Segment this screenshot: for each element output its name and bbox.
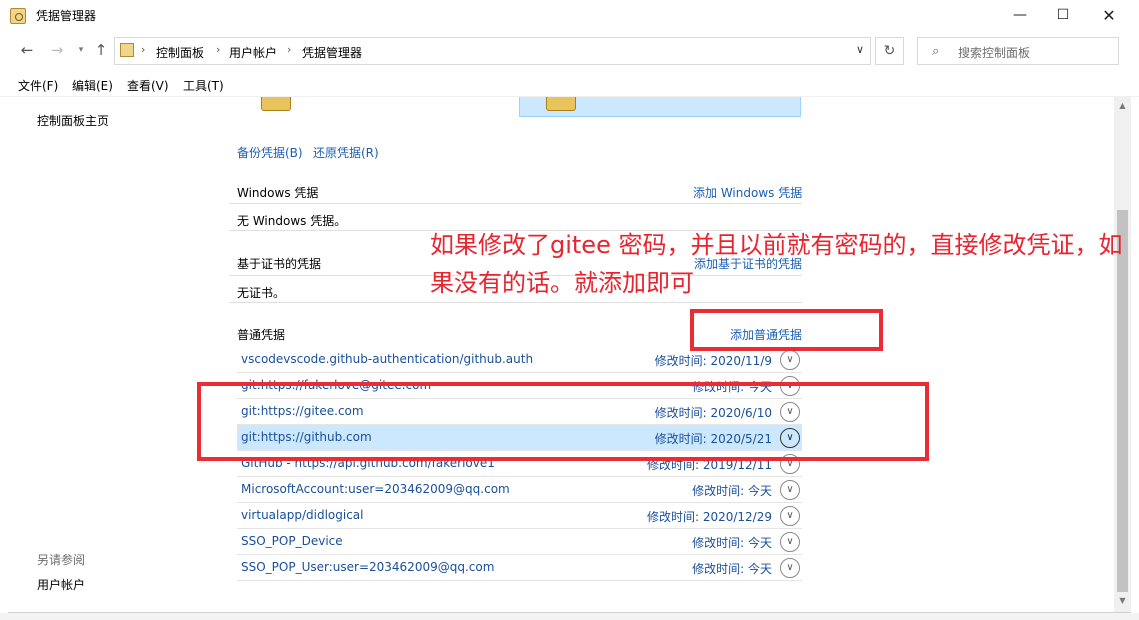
menu-view[interactable]: 查看(V) (127, 77, 169, 94)
credential-row[interactable]: SSO_POP_User:user=203462009@qq.com 修改时间:… (237, 555, 802, 581)
back-arrow-icon[interactable]: ← (16, 39, 38, 61)
backup-credentials-link[interactable]: 备份凭据(B) (237, 144, 303, 161)
chevron-down-icon[interactable]: ∨ (780, 532, 800, 552)
credential-modified: 修改时间: 今天 (692, 562, 772, 576)
restore-credentials-link[interactable]: 还原凭据(R) (313, 144, 379, 161)
user-accounts-link[interactable]: 用户帐户 (37, 576, 85, 593)
menu-file[interactable]: 文件(F) (18, 77, 58, 94)
chevron-down-icon[interactable]: ∨ (780, 506, 800, 526)
refresh-icon[interactable]: ↻ (875, 37, 904, 65)
breadcrumb-separator-icon[interactable]: › (216, 43, 220, 56)
background-window-strip (0, 613, 1139, 620)
menu-edit[interactable]: 编辑(E) (72, 77, 113, 94)
address-bar[interactable]: › 控制面板 › 用户帐户 › 凭据管理器 ∨ (114, 37, 871, 65)
breadcrumb-user-accounts[interactable]: 用户帐户 (229, 44, 277, 61)
certificate-credentials-heading: 基于证书的凭据 (237, 257, 322, 271)
add-windows-credential-link[interactable]: 添加 Windows 凭据 (693, 184, 802, 201)
section-divider (229, 302, 802, 303)
credential-modified: 修改时间: 2020/11/9 (654, 354, 772, 368)
credential-modified: 修改时间: 2020/12/29 (646, 510, 772, 524)
credential-modified: 修改时间: 今天 (692, 536, 772, 550)
minimize-icon[interactable]: — (997, 0, 1043, 31)
credential-row[interactable]: MicrosoftAccount:user=203462009@qq.com 修… (237, 477, 802, 503)
credential-manager-icon (120, 43, 134, 57)
credential-row[interactable]: virtualapp/didlogical 修改时间: 2020/12/29 ∨ (237, 503, 802, 529)
annotation-box-add-generic (690, 309, 883, 351)
credential-name: SSO_POP_Device (241, 534, 343, 548)
credential-name: vscodevscode.github-authentication/githu… (241, 352, 534, 366)
certificate-credentials-empty: 无证书。 (237, 286, 286, 300)
search-icon: ⌕ (932, 44, 940, 59)
chevron-down-icon[interactable]: ∨ (780, 480, 800, 500)
scroll-up-icon[interactable]: ▲ (1114, 99, 1131, 113)
chevron-down-icon[interactable]: ∨ (780, 558, 800, 578)
credential-name: SSO_POP_User:user=203462009@qq.com (241, 560, 495, 574)
vault-icon[interactable] (261, 97, 291, 111)
annotation-box-git-credentials (197, 382, 929, 461)
maximize-icon[interactable]: ☐ (1040, 0, 1086, 31)
chevron-down-icon[interactable]: ∨ (780, 350, 800, 370)
breadcrumb-separator-icon: › (141, 43, 146, 56)
see-also-heading: 另请参阅 (37, 553, 86, 567)
credential-name: virtualapp/didlogical (241, 508, 364, 522)
control-panel-home-link[interactable]: 控制面板主页 (37, 112, 109, 129)
search-input[interactable]: ⌕ 搜索控制面板 (917, 37, 1119, 65)
menu-tools[interactable]: 工具(T) (183, 77, 224, 94)
vault-icon[interactable] (546, 97, 576, 111)
window-title: 凭据管理器 (36, 9, 97, 23)
chevron-down-icon[interactable]: ∨ (856, 43, 864, 56)
annotation-text: 如果修改了gitee 密码，并且以前就有密码的，直接修改凭证，如果没有的话。就添… (430, 231, 1123, 297)
generic-credentials-heading: 普通凭据 (237, 328, 286, 342)
credential-row[interactable]: SSO_POP_Device 修改时间: 今天 ∨ (237, 529, 802, 555)
breadcrumb-separator-icon[interactable]: › (287, 43, 291, 56)
vertical-scrollbar[interactable]: ▲ ▼ (1114, 97, 1131, 612)
breadcrumb-credential-manager[interactable]: 凭据管理器 (302, 44, 362, 61)
background-window-edge (0, 120, 8, 620)
credential-manager-icon (10, 8, 26, 24)
recent-dropdown-icon[interactable]: ▾ (70, 39, 92, 61)
close-icon[interactable]: ✕ (1086, 0, 1132, 31)
section-divider (229, 203, 802, 204)
scroll-down-icon[interactable]: ▼ (1114, 594, 1131, 608)
breadcrumb-control-panel[interactable]: 控制面板 (156, 44, 204, 61)
forward-arrow-icon[interactable]: → (46, 39, 68, 61)
windows-credentials-empty: 无 Windows 凭据。 (237, 214, 347, 228)
credential-modified: 修改时间: 今天 (692, 484, 772, 498)
search-placeholder: 搜索控制面板 (958, 46, 1031, 60)
title-bar: 凭据管理器 — ☐ ✕ (0, 0, 1139, 31)
credential-name: MicrosoftAccount:user=203462009@qq.com (241, 482, 510, 496)
windows-credentials-heading: Windows 凭据 (237, 186, 319, 200)
up-arrow-icon[interactable]: ↑ (90, 39, 112, 61)
